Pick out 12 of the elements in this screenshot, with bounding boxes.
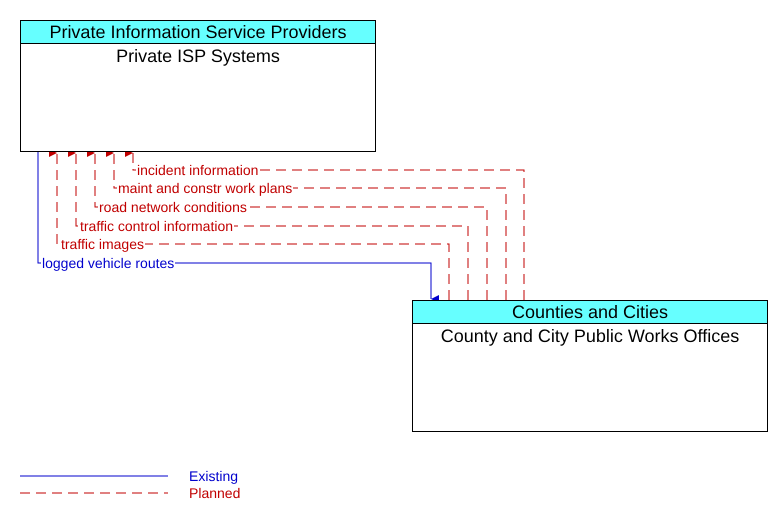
flow-label: traffic images — [60, 236, 145, 252]
system-title: Private ISP Systems — [115, 45, 281, 67]
system-title: County and City Public Works Offices — [440, 325, 740, 347]
flow-label: traffic control information — [79, 218, 234, 234]
legend-label: Existing — [188, 468, 240, 484]
flow-label: maint and constr work plans — [117, 180, 294, 196]
group-header: Private Information Service Providers — [21, 21, 375, 44]
flow-label: road network conditions — [98, 199, 248, 215]
group-header: Counties and Cities — [413, 301, 767, 324]
legend-label: Planned — [188, 485, 242, 501]
flow-label: incident information — [136, 162, 260, 178]
flow-label: logged vehicle routes — [41, 255, 176, 271]
